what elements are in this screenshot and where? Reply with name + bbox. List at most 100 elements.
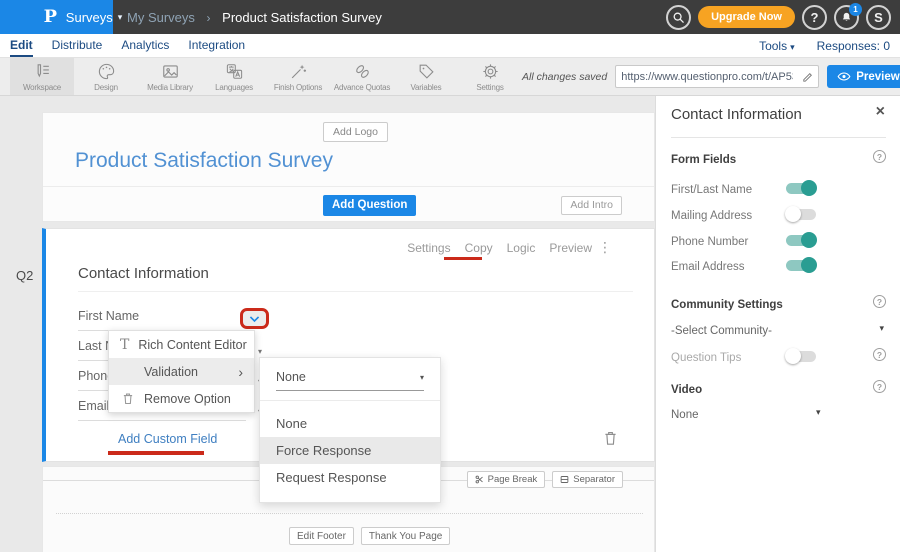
video-select-value: None — [671, 409, 699, 421]
edit-url-button[interactable] — [798, 71, 818, 83]
divider — [671, 137, 886, 138]
toolbar-item-variables[interactable]: Variables — [394, 58, 458, 95]
search-button[interactable] — [666, 5, 691, 30]
separator-button[interactable]: Separator — [552, 471, 623, 488]
tabs-right: Tools▾ Responses: 0 — [759, 34, 900, 57]
edit-footer-button[interactable]: Edit Footer — [289, 527, 354, 545]
validation-option-none[interactable]: None — [260, 410, 440, 437]
validation-select[interactable]: None ▾ — [276, 370, 424, 391]
add-logo-button[interactable]: Add Logo — [323, 122, 388, 142]
toggle-row-phone-number: Phone Number — [671, 232, 886, 248]
toggle-row-mailing-address: Mailing Address — [671, 206, 886, 222]
toggle-mailing-address[interactable] — [786, 209, 816, 220]
community-settings-header: Community Settings — [671, 299, 783, 311]
question-settings-link[interactable]: Settings — [407, 241, 450, 255]
annotation-underline-add-custom-field — [108, 451, 204, 455]
product-menu[interactable]: P Surveys ▾ — [0, 0, 113, 34]
toggle-email-address[interactable] — [786, 260, 816, 271]
tag-icon — [417, 62, 436, 81]
questionpro-logo-icon: P — [44, 7, 57, 27]
question-preview-link[interactable]: Preview — [549, 241, 592, 255]
gear-icon — [481, 62, 500, 81]
field-options-chevron-annotated[interactable] — [240, 308, 269, 329]
help-icon[interactable]: ? — [873, 348, 886, 361]
community-settings-header-row: Community Settings ? — [671, 295, 886, 311]
add-custom-field-link[interactable]: Add Custom Field — [118, 432, 217, 446]
menu-item-validation[interactable]: Validation › — [109, 358, 254, 385]
responses-count[interactable]: Responses: 0 — [817, 39, 890, 53]
caret-down-icon: ▾ — [879, 323, 884, 334]
scissors-icon — [475, 475, 484, 484]
add-intro-button[interactable]: Add Intro — [561, 196, 622, 215]
notifications-button[interactable]: 1 — [834, 5, 859, 30]
community-select-value: -Select Community- — [671, 325, 772, 337]
validation-option-force-response[interactable]: Force Response — [260, 437, 440, 464]
help-icon[interactable]: ? — [873, 295, 886, 308]
breadcrumb-parent[interactable]: My Surveys — [127, 10, 195, 25]
thank-you-page-button[interactable]: Thank You Page — [361, 527, 450, 545]
form-fields-header: Form Fields — [671, 154, 736, 166]
add-question-button[interactable]: Add Question — [323, 195, 416, 216]
trash-icon — [603, 430, 618, 446]
menu-item-remove-option[interactable]: Remove Option — [109, 385, 254, 412]
question-title[interactable]: Contact Information — [78, 265, 209, 282]
tab-distribute[interactable]: Distribute — [52, 34, 103, 57]
toggle-question-tips[interactable] — [786, 351, 816, 362]
toggle-phone-number[interactable] — [786, 235, 816, 246]
menu-item-rich-content-editor[interactable]: T Rich Content Editor — [109, 331, 254, 358]
palette-icon — [97, 62, 116, 81]
survey-title[interactable]: Product Satisfaction Survey — [75, 149, 333, 173]
toggle-first-last-name[interactable] — [786, 183, 816, 194]
video-header: Video — [671, 384, 702, 396]
preview-button[interactable]: Preview — [827, 65, 900, 88]
panel-title: Contact Information — [671, 106, 802, 123]
tab-edit[interactable]: Edit — [10, 34, 33, 57]
question-copy-link[interactable]: Copy — [465, 241, 493, 255]
toolbar-item-workspace[interactable]: Workspace — [10, 58, 74, 95]
validation-option-request-response[interactable]: Request Response — [260, 464, 440, 491]
divider — [43, 186, 654, 187]
survey-url-input[interactable] — [616, 71, 798, 83]
question-logic-link[interactable]: Logic — [507, 241, 536, 255]
field-first-name[interactable]: First Name — [78, 302, 246, 331]
avatar[interactable]: S — [866, 5, 891, 30]
close-icon[interactable]: × — [876, 104, 885, 120]
video-select-row[interactable]: None ▾ — [671, 405, 886, 421]
survey-url-box — [615, 65, 819, 88]
breadcrumb: My Surveys › Product Satisfaction Survey — [127, 10, 382, 25]
breadcrumb-current: Product Satisfaction Survey — [222, 10, 382, 25]
caret-down-icon: ▾ — [420, 373, 424, 382]
community-select-row[interactable]: -Select Community- ▾ — [671, 321, 886, 337]
toolbar-item-finish-options[interactable]: Finish Options — [266, 58, 330, 95]
tab-analytics[interactable]: Analytics — [121, 34, 169, 57]
help-icon[interactable]: ? — [873, 380, 886, 393]
delete-question-button[interactable] — [603, 430, 618, 451]
tab-integration[interactable]: Integration — [188, 34, 245, 57]
text-tool-icon: T — [120, 337, 129, 353]
caret-down-icon[interactable]: ▾ — [258, 347, 262, 356]
toolbar-item-design[interactable]: Design — [74, 58, 138, 95]
help-button[interactable]: ? — [802, 5, 827, 30]
workspace-icon — [33, 62, 52, 81]
toolbar-item-media-library[interactable]: Media Library — [138, 58, 202, 95]
chevron-down-icon: ▾ — [118, 12, 123, 23]
top-navbar: P Surveys ▾ My Surveys › Product Satisfa… — [0, 0, 900, 34]
toolbar-item-languages[interactable]: Languages — [202, 58, 266, 95]
page-break-button[interactable]: Page Break — [467, 471, 546, 488]
chevron-down-icon — [248, 314, 261, 324]
upgrade-now-button[interactable]: Upgrade Now — [698, 6, 795, 28]
editor-toolbar: Workspace Design Media Library Languages… — [0, 58, 900, 96]
toolbar-item-settings[interactable]: Settings — [458, 58, 522, 95]
question-number: Q2 — [16, 268, 33, 283]
magic-wand-icon — [289, 62, 308, 81]
help-icon[interactable]: ? — [873, 150, 886, 163]
question-more-menu[interactable]: ⋮ — [598, 239, 612, 256]
toolbar-item-advance-quotas[interactable]: Advance Quotas — [330, 58, 394, 95]
trash-icon — [122, 392, 134, 405]
tools-dropdown[interactable]: Tools▾ — [759, 39, 795, 53]
translate-icon — [225, 62, 244, 81]
save-status: All changes saved — [522, 71, 607, 83]
validation-selected-value: None — [276, 370, 306, 384]
divider — [78, 291, 633, 292]
form-fields-header-row: Form Fields ? — [671, 150, 886, 166]
